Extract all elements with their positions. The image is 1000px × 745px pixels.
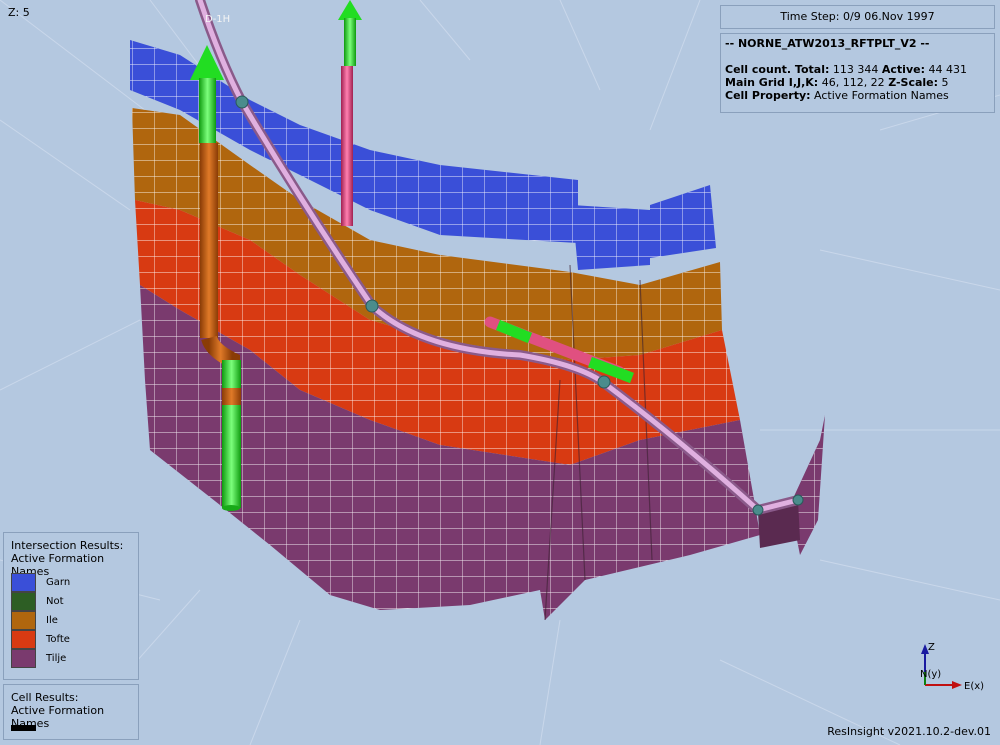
cell-legend-bar xyxy=(11,725,36,731)
legend-label: Tofte xyxy=(46,634,70,645)
version-label: ResInsight v2021.10.2-dev.01 xyxy=(827,725,991,738)
legend-swatch xyxy=(11,611,36,630)
well-label: D-1H xyxy=(205,14,231,25)
z-scale-label: Z: 5 xyxy=(8,6,30,19)
legend-label: Tilje xyxy=(46,653,67,664)
legend-swatch xyxy=(11,649,36,668)
time-step-panel: Time Step: 0/9 06.Nov 1997 xyxy=(720,5,995,29)
property-line: Cell Property: Active Formation Names xyxy=(725,89,990,102)
cell-results-legend[interactable]: Cell Results: Active Formation Names xyxy=(3,684,139,740)
case-name: -- NORNE_ATW2013_RFTPLT_V2 -- xyxy=(725,37,930,50)
legend-label: Not xyxy=(46,596,64,607)
legend-item-garn: Garn xyxy=(11,573,131,593)
legend-swatch xyxy=(11,573,36,592)
cell-count-total: 113 344 xyxy=(832,63,879,76)
legend-item-ile: Ile xyxy=(11,611,131,631)
cell-legend-title-1: Cell Results: xyxy=(11,691,79,704)
grid-label: Main Grid I,J,K: xyxy=(725,76,819,89)
grid-line: Main Grid I,J,K: 46, 112, 22 Z-Scale: 5 xyxy=(725,76,990,89)
info-panel: -- NORNE_ATW2013_RFTPLT_V2 -- Cell count… xyxy=(720,33,995,113)
legend-item-not: Not xyxy=(11,592,131,612)
legend-swatch xyxy=(11,630,36,649)
axis-z-label: Z xyxy=(928,642,935,653)
axis-y-label: N(y) xyxy=(920,669,941,680)
zscale-value: 5 xyxy=(941,76,949,89)
grid-dims: 46, 112, 22 xyxy=(821,76,885,89)
axis-x-label: E(x) xyxy=(964,681,984,692)
legend-title-1: Intersection Results: xyxy=(11,539,124,552)
active-label: Active: xyxy=(881,63,925,76)
axis-triad: Z N(y) E(x) xyxy=(920,642,984,692)
active-count: 44 431 xyxy=(928,63,967,76)
legend-item-tofte: Tofte xyxy=(11,630,131,650)
legend-label: Garn xyxy=(46,577,71,588)
property-value: Active Formation Names xyxy=(814,89,949,102)
cell-count-label: Cell count. Total: xyxy=(725,63,830,76)
intersection-legend[interactable]: Intersection Results: Active Formation N… xyxy=(3,532,139,680)
legend-item-tilje: Tilje xyxy=(11,649,131,669)
property-label: Cell Property: xyxy=(725,89,811,102)
zscale-label: Z-Scale: xyxy=(888,76,939,89)
legend-label: Ile xyxy=(46,615,58,626)
cell-count-line: Cell count. Total: 113 344 Active: 44 43… xyxy=(725,63,990,76)
legend-swatch xyxy=(11,592,36,611)
